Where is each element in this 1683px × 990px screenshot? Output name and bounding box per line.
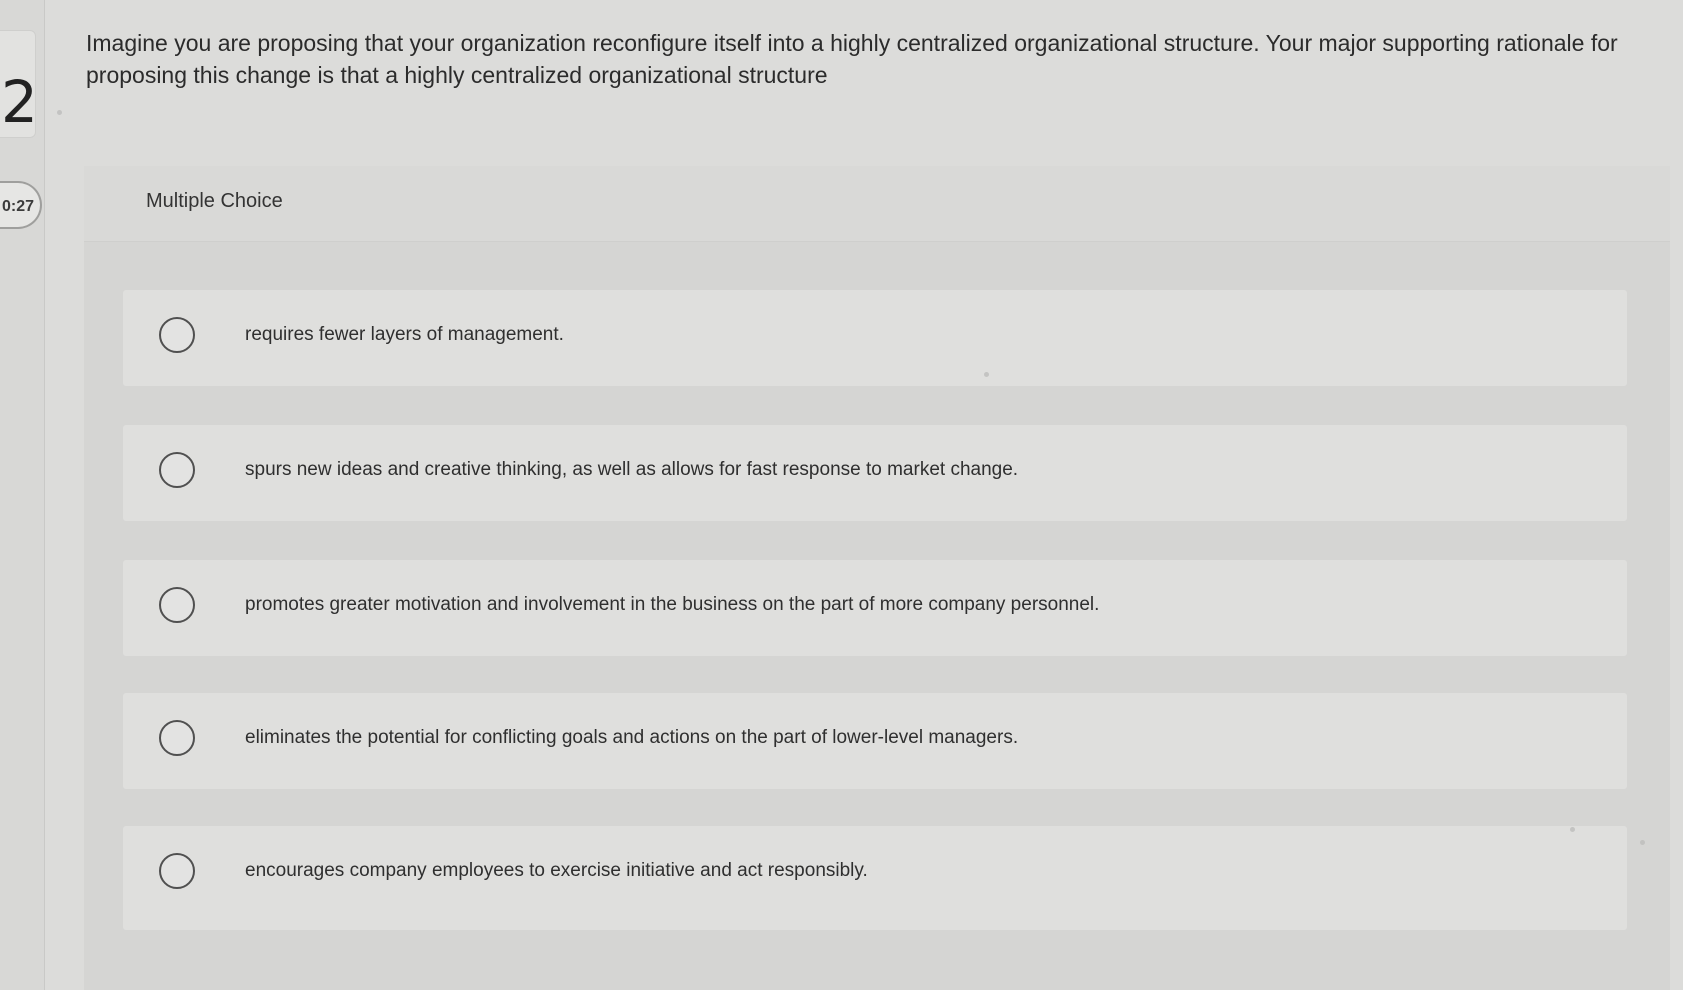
screen-dust-mark	[1640, 840, 1645, 845]
answer-option-label[interactable]: encourages company employees to exercise…	[245, 859, 868, 883]
answer-option-5[interactable]: encourages company employees to exercise…	[123, 826, 1627, 930]
radio-button-icon[interactable]	[159, 720, 195, 756]
answer-option-label[interactable]: spurs new ideas and creative thinking, a…	[245, 458, 1018, 482]
radio-button-icon[interactable]	[159, 853, 195, 889]
screen-dust-mark	[57, 110, 62, 115]
choice-panel-title: Multiple Choice	[146, 190, 283, 212]
radio-button-icon[interactable]	[159, 317, 195, 353]
answer-option-label[interactable]: promotes greater motivation and involvem…	[245, 593, 1099, 617]
answer-option-1[interactable]: requires fewer layers of management.	[123, 290, 1627, 386]
radio-button-icon[interactable]	[159, 452, 195, 488]
answer-option-3[interactable]: promotes greater motivation and involvem…	[123, 560, 1627, 656]
answer-option-label[interactable]: eliminates the potential for conflicting…	[245, 726, 1018, 750]
screen-dust-mark	[1570, 827, 1575, 832]
answer-option-4[interactable]: eliminates the potential for conflicting…	[123, 693, 1627, 789]
left-rail	[0, 0, 45, 990]
question-prompt: Imagine you are proposing that your orga…	[86, 30, 1618, 88]
answer-option-2[interactable]: spurs new ideas and creative thinking, a…	[123, 425, 1627, 521]
radio-button-icon[interactable]	[159, 587, 195, 623]
screen-dust-mark	[984, 372, 989, 377]
question-number: 2	[1, 68, 38, 136]
choice-panel-header: Multiple Choice	[84, 166, 1670, 242]
answer-option-label[interactable]: requires fewer layers of management.	[245, 323, 564, 347]
question-number-tab: 2	[0, 30, 38, 138]
